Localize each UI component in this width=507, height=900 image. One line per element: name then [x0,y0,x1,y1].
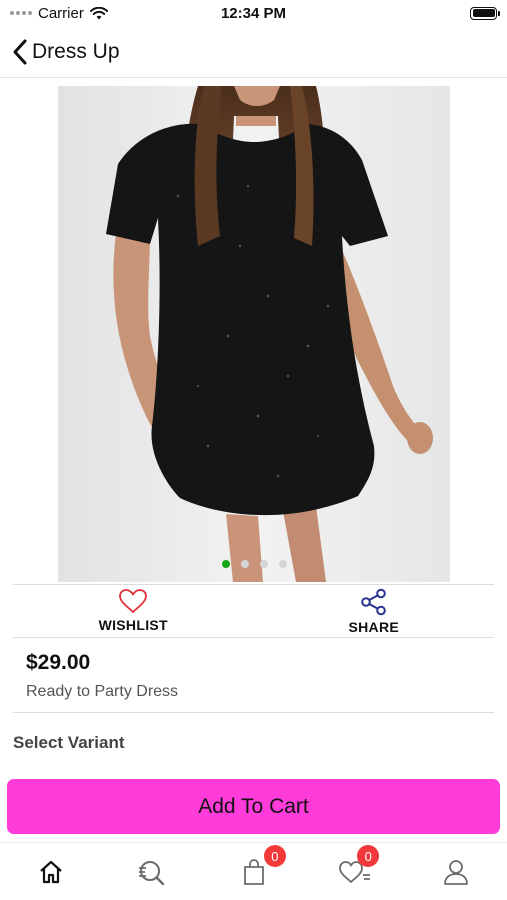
home-icon [39,860,62,883]
cart-badge: 0 [263,845,286,867]
share-button[interactable]: SHARE [254,585,495,637]
carousel-dot[interactable] [221,560,230,568]
wifi-icon [89,6,108,19]
battery-icon [470,6,500,20]
tab-profile[interactable] [406,843,507,900]
tab-search[interactable] [101,843,202,900]
tab-wishlist[interactable]: 0 [304,843,405,900]
add-to-cart-button[interactable]: Add To Cart [7,779,500,834]
carousel-indicator[interactable] [58,560,450,568]
nav-bar: Dress Up [0,26,507,78]
select-variant-heading: Select Variant [13,733,125,752]
status-left: Carrier [10,5,108,22]
price-block: $29.00 Ready to Party Dress [13,638,494,713]
signal-icon [10,11,32,15]
shopping-bag-icon [243,858,264,885]
status-bar: Carrier 12:34 PM [0,0,507,26]
search-list-icon [139,860,165,885]
page-title: Dress Up [32,39,120,63]
product-photo [58,86,450,582]
back-button[interactable]: Dress Up [12,39,120,65]
chevron-left-icon [13,39,27,64]
product-image[interactable] [58,86,450,582]
carousel-dot[interactable] [259,560,268,568]
share-label: SHARE [348,619,399,635]
wishlist-button[interactable]: WISHLIST [13,585,254,637]
product-name: Ready to Party Dress [26,683,179,700]
product-price: $29.00 [26,651,91,674]
tab-cart[interactable]: 0 [203,843,304,900]
heart-icon [119,589,148,613]
bottom-tab-bar: 0 0 [0,842,507,900]
carrier-label: Carrier [38,4,84,22]
user-icon [444,859,469,885]
carousel-dot[interactable] [278,560,287,568]
tab-home[interactable] [0,843,101,900]
share-icon [360,588,386,616]
action-row: WISHLIST SHARE [13,584,494,638]
carousel-dot[interactable] [240,560,249,568]
wishlist-label: WISHLIST [98,617,168,633]
wishlist-badge: 0 [357,845,380,867]
